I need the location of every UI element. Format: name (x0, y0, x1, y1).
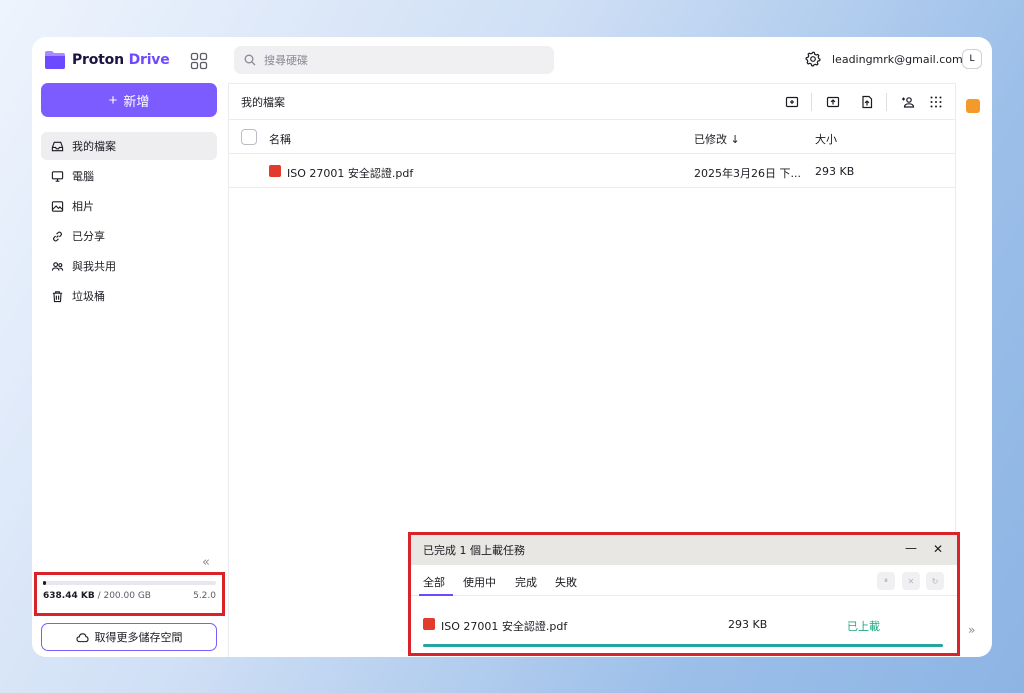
column-name[interactable]: 名稱 (269, 131, 291, 147)
inbox-icon (51, 141, 64, 151)
pause-all-icon[interactable]: ⏸ (877, 572, 895, 590)
get-more-storage-button[interactable]: 取得更多儲存空間 (41, 623, 217, 651)
toolbar-divider (811, 93, 812, 111)
table-row[interactable]: ISO 27001 安全認證.pdf 2025年3月26日 下... 293 K… (229, 154, 955, 188)
pdf-file-icon (269, 165, 281, 177)
pdf-file-icon (423, 618, 435, 630)
transfer-title: 已完成 1 個上載任務 (423, 544, 525, 557)
monitor-icon (51, 170, 64, 182)
folder-logo-icon (45, 51, 65, 69)
sort-down-icon: ↓ (730, 133, 740, 146)
transfer-header: 已完成 1 個上載任務 — ✕ (411, 535, 957, 565)
new-folder-icon[interactable] (785, 95, 799, 109)
sidebar-item-trash[interactable]: 垃圾桶 (41, 282, 217, 310)
upload-file-icon[interactable] (860, 95, 874, 109)
avatar[interactable]: L (962, 49, 982, 69)
tab-failed[interactable]: 失敗 (555, 574, 577, 590)
file-size: 293 KB (815, 165, 855, 178)
transfer-item: ISO 27001 安全認證.pdf 293 KB 已上載 (411, 596, 957, 652)
transfer-file-size: 293 KB (728, 618, 768, 631)
transfer-progress-bar (423, 644, 943, 647)
transfer-tabs: 全部 使用中 完成 失敗 ⏸ ✕ ↻ (411, 565, 957, 596)
apps-grid-icon[interactable] (190, 52, 208, 70)
sidebar-item-my-files[interactable]: 我的檔案 (41, 132, 217, 160)
proton-drive-logo[interactable]: Proton Drive (44, 50, 170, 70)
storage-progress-bar (43, 581, 216, 585)
sidebar: Proton Drive + 新增 我的檔案 電腦 相片 已分享 與我共用 垃圾… (32, 37, 228, 657)
file-name: ISO 27001 安全認證.pdf (287, 167, 414, 180)
sidebar-item-shared-with-me[interactable]: 與我共用 (41, 252, 217, 280)
tab-all[interactable]: 全部 (423, 574, 445, 590)
column-size[interactable]: 大小 (815, 131, 837, 147)
gear-icon[interactable] (805, 51, 821, 67)
expand-rail-icon[interactable]: » (968, 623, 975, 637)
storage-text: 638.44 KB / 200.00 GB (43, 591, 151, 601)
tab-done[interactable]: 完成 (515, 574, 537, 590)
cloud-icon (75, 632, 89, 642)
search-input[interactable]: 搜尋硬碟 (234, 46, 554, 74)
select-all-checkbox[interactable] (241, 129, 257, 145)
toolbar-divider (886, 93, 887, 111)
tab-active[interactable]: 使用中 (463, 574, 496, 590)
sidebar-item-shared[interactable]: 已分享 (41, 222, 217, 250)
transfer-file-name: ISO 27001 安全認證.pdf (441, 620, 568, 633)
new-button[interactable]: + 新增 (41, 83, 217, 117)
logo-text: Proton Drive (72, 52, 170, 68)
column-modified[interactable]: 已修改 ↓ (694, 131, 740, 147)
storage-progress-fill (43, 581, 47, 585)
close-icon[interactable]: ✕ (933, 542, 943, 556)
users-icon (51, 261, 64, 271)
transfer-manager: 已完成 1 個上載任務 — ✕ 全部 使用中 完成 失敗 ⏸ ✕ ↻ ISO 2… (408, 532, 960, 656)
storage-usage: 638.44 KB / 200.00 GB 5.2.0 (34, 572, 225, 616)
search-placeholder: 搜尋硬碟 (264, 54, 308, 67)
table-header: 名稱 已修改 ↓ 大小 (229, 120, 955, 154)
cancel-all-icon[interactable]: ✕ (902, 572, 920, 590)
upload-folder-icon[interactable] (826, 95, 840, 109)
share-user-icon[interactable] (901, 95, 915, 109)
sidebar-item-computers[interactable]: 電腦 (41, 162, 217, 190)
search-icon (244, 54, 256, 66)
trash-icon (52, 290, 63, 302)
calendar-app-icon[interactable] (966, 99, 980, 113)
toolbar: 我的檔案 (229, 84, 955, 120)
plus-icon: + (108, 91, 118, 109)
new-button-label: 新增 (123, 93, 150, 109)
collapse-sidebar-icon[interactable]: « (202, 555, 210, 570)
retry-all-icon[interactable]: ↻ (926, 572, 944, 590)
account-email[interactable]: leadingmrk@gmail.com (832, 53, 963, 66)
page-title: 我的檔案 (241, 95, 285, 109)
image-icon (51, 200, 64, 212)
file-modified: 2025年3月26日 下... (694, 167, 801, 180)
app-version: 5.2.0 (193, 591, 216, 601)
sidebar-nav: 我的檔案 電腦 相片 已分享 與我共用 垃圾桶 (41, 132, 217, 312)
sidebar-item-photos[interactable]: 相片 (41, 192, 217, 220)
minimize-icon[interactable]: — (905, 541, 917, 555)
grid-view-icon[interactable] (929, 95, 943, 109)
transfer-status: 已上載 (847, 620, 880, 633)
link-icon (53, 231, 62, 241)
